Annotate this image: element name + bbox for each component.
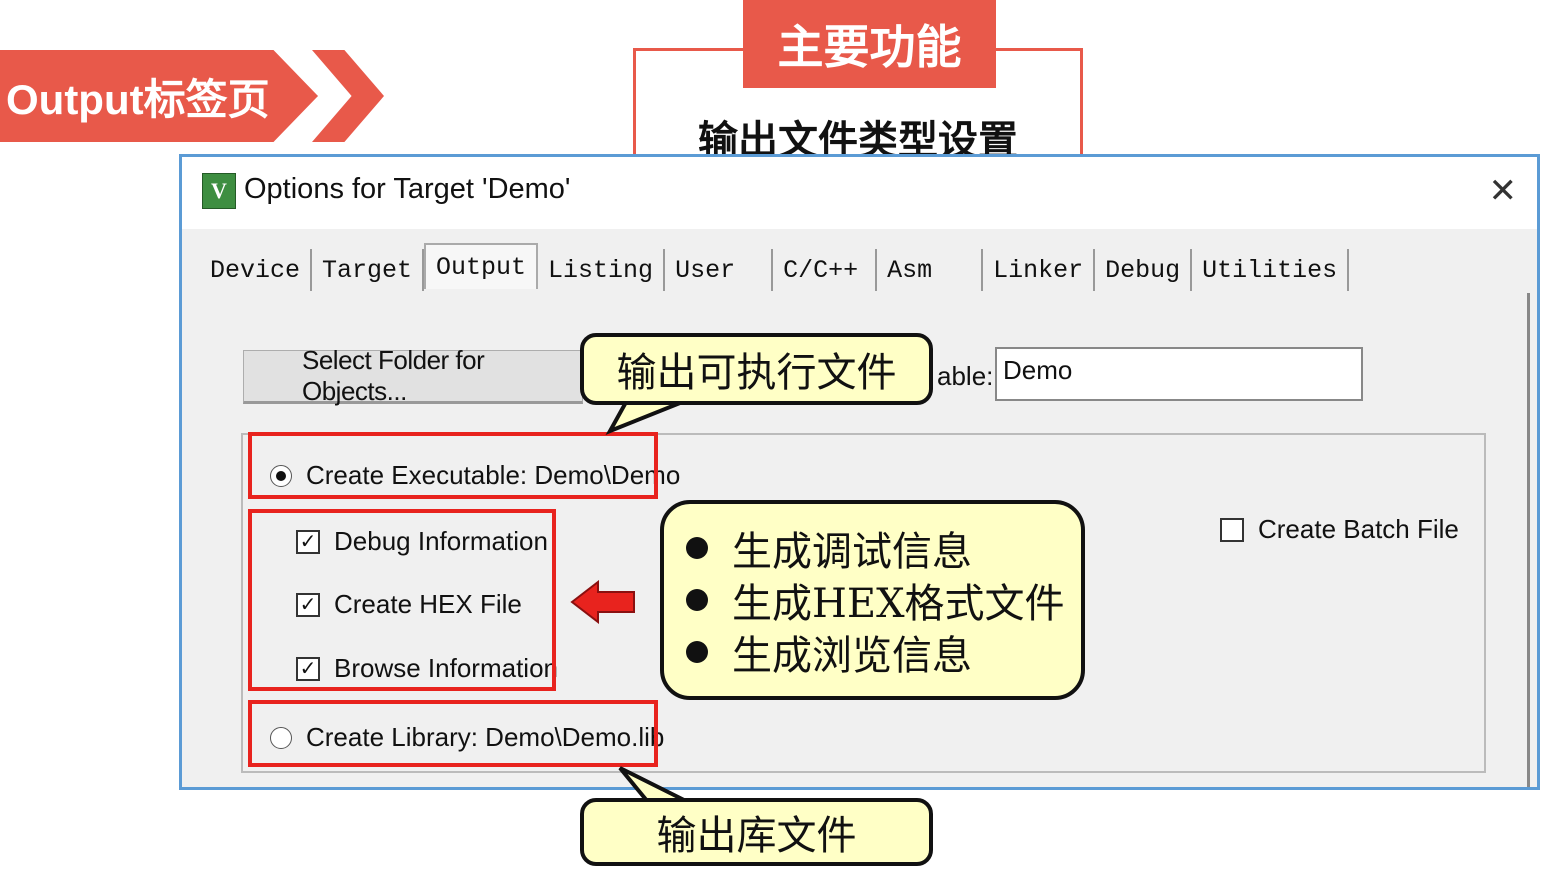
close-icon[interactable]: ✕ <box>1489 171 1518 211</box>
keil-uvision-icon: V <box>202 173 236 209</box>
tab-strip: Device Target Output Listing User C/C++ … <box>200 243 1350 295</box>
create-batch-checkbox[interactable]: Create Batch File <box>1220 514 1459 545</box>
library-highlight <box>248 700 658 767</box>
select-folder-button[interactable]: Select Folder for Objects... <box>243 345 583 406</box>
chevron-right-icon <box>312 50 384 142</box>
tab-asm[interactable]: Asm <box>877 249 984 291</box>
arrow-left-icon <box>570 580 635 624</box>
bullet-icon <box>686 641 708 663</box>
library-callout: 输出库文件 <box>580 798 933 866</box>
feature-text: 生成浏览信息 <box>732 633 972 679</box>
bullet-icon <box>686 537 708 559</box>
feature-item: 生成HEX格式文件 <box>686 574 1081 627</box>
create-batch-label: Create Batch File <box>1258 514 1459 544</box>
ribbon-label: Output标签页 <box>6 75 270 123</box>
executable-callout: 输出可执行文件 <box>580 333 933 405</box>
output-tab-ribbon: Output标签页 <box>0 50 318 142</box>
tab-debug[interactable]: Debug <box>1095 249 1193 291</box>
tab-c-cpp[interactable]: C/C++ <box>773 249 878 291</box>
feature-text: 生成HEX格式文件 <box>732 581 1065 627</box>
feature-item: 生成浏览信息 <box>686 626 1081 679</box>
tab-target[interactable]: Target <box>312 249 425 291</box>
tab-device[interactable]: Device <box>200 249 313 291</box>
tab-listing[interactable]: Listing <box>538 249 666 291</box>
executable-name-label: able: <box>937 361 994 391</box>
tab-user[interactable]: User <box>665 249 774 291</box>
title-bar: V Options for Target 'Demo' ✕ <box>182 157 1537 229</box>
main-function-tag: 主要功能 <box>743 0 996 88</box>
tab-output[interactable]: Output <box>424 243 539 289</box>
executable-name-input[interactable]: Demo <box>995 347 1363 401</box>
checkbox-empty-icon <box>1220 517 1244 542</box>
bullet-icon <box>686 589 708 611</box>
dialog-title: Options for Target 'Demo' <box>244 173 571 205</box>
feature-item: 生成调试信息 <box>686 522 1081 575</box>
tab-linker[interactable]: Linker <box>983 249 1096 291</box>
checkbox-group-highlight <box>248 509 556 691</box>
executable-highlight <box>248 432 658 499</box>
tab-utilities[interactable]: Utilities <box>1192 249 1350 291</box>
features-callout: 生成调试信息 生成HEX格式文件 生成浏览信息 <box>660 500 1085 700</box>
feature-text: 生成调试信息 <box>732 529 972 575</box>
